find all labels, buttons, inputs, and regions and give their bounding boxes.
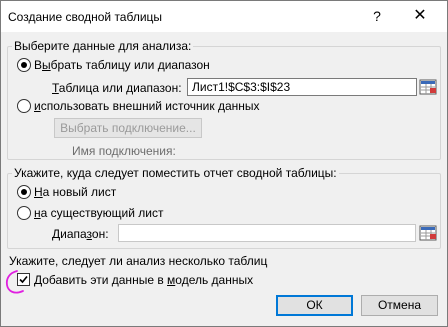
help-button[interactable]: ? xyxy=(364,5,390,27)
pivot-dialog: Создание сводной таблицы ? ✕ Выберите да… xyxy=(0,0,448,327)
radio-new-sheet[interactable] xyxy=(17,185,31,199)
range-input[interactable]: Лист1!$C$3:$I$23 xyxy=(187,78,417,96)
choose-connection-button[interactable]: Выбрать подключение... xyxy=(54,118,202,138)
annotation-scribble-icon xyxy=(3,267,33,297)
multi-table-label: Укажите, следует ли анализ несколько таб… xyxy=(9,254,268,268)
placement-label: Укажите, куда следует поместить отчет св… xyxy=(12,166,339,180)
cancel-button[interactable]: Отмена xyxy=(361,295,438,316)
radio-external-source[interactable] xyxy=(17,99,31,113)
close-button[interactable]: ✕ xyxy=(407,5,433,27)
location-collapse-icon[interactable] xyxy=(419,225,437,241)
ok-button[interactable]: ОК xyxy=(276,295,353,316)
range-label: Таблица или диапазон: xyxy=(52,81,182,95)
radio-select-table[interactable] xyxy=(17,58,31,72)
data-source-label: Выберите данные для анализа: xyxy=(12,39,194,53)
radio-existing-sheet-label[interactable]: на существующий лист xyxy=(34,206,163,220)
radio-new-sheet-label[interactable]: На новый лист xyxy=(34,185,116,199)
dialog-title: Создание сводной таблицы xyxy=(8,10,163,24)
title-bar: Создание сводной таблицы ? ✕ xyxy=(1,1,447,32)
radio-existing-sheet[interactable] xyxy=(17,206,31,220)
location-range-input[interactable] xyxy=(118,224,416,242)
radio-select-table-label[interactable]: Выбрать таблицу или диапазон xyxy=(34,58,210,72)
range-collapse-icon[interactable] xyxy=(419,79,437,95)
connection-name-label: Имя подключения: xyxy=(72,144,176,158)
location-range-label: Диапазон: xyxy=(52,227,109,241)
radio-external-source-label[interactable]: использовать внешний источник данных xyxy=(34,99,260,113)
data-model-checkbox-label[interactable]: Добавить эти данные в модель данных xyxy=(34,273,253,287)
